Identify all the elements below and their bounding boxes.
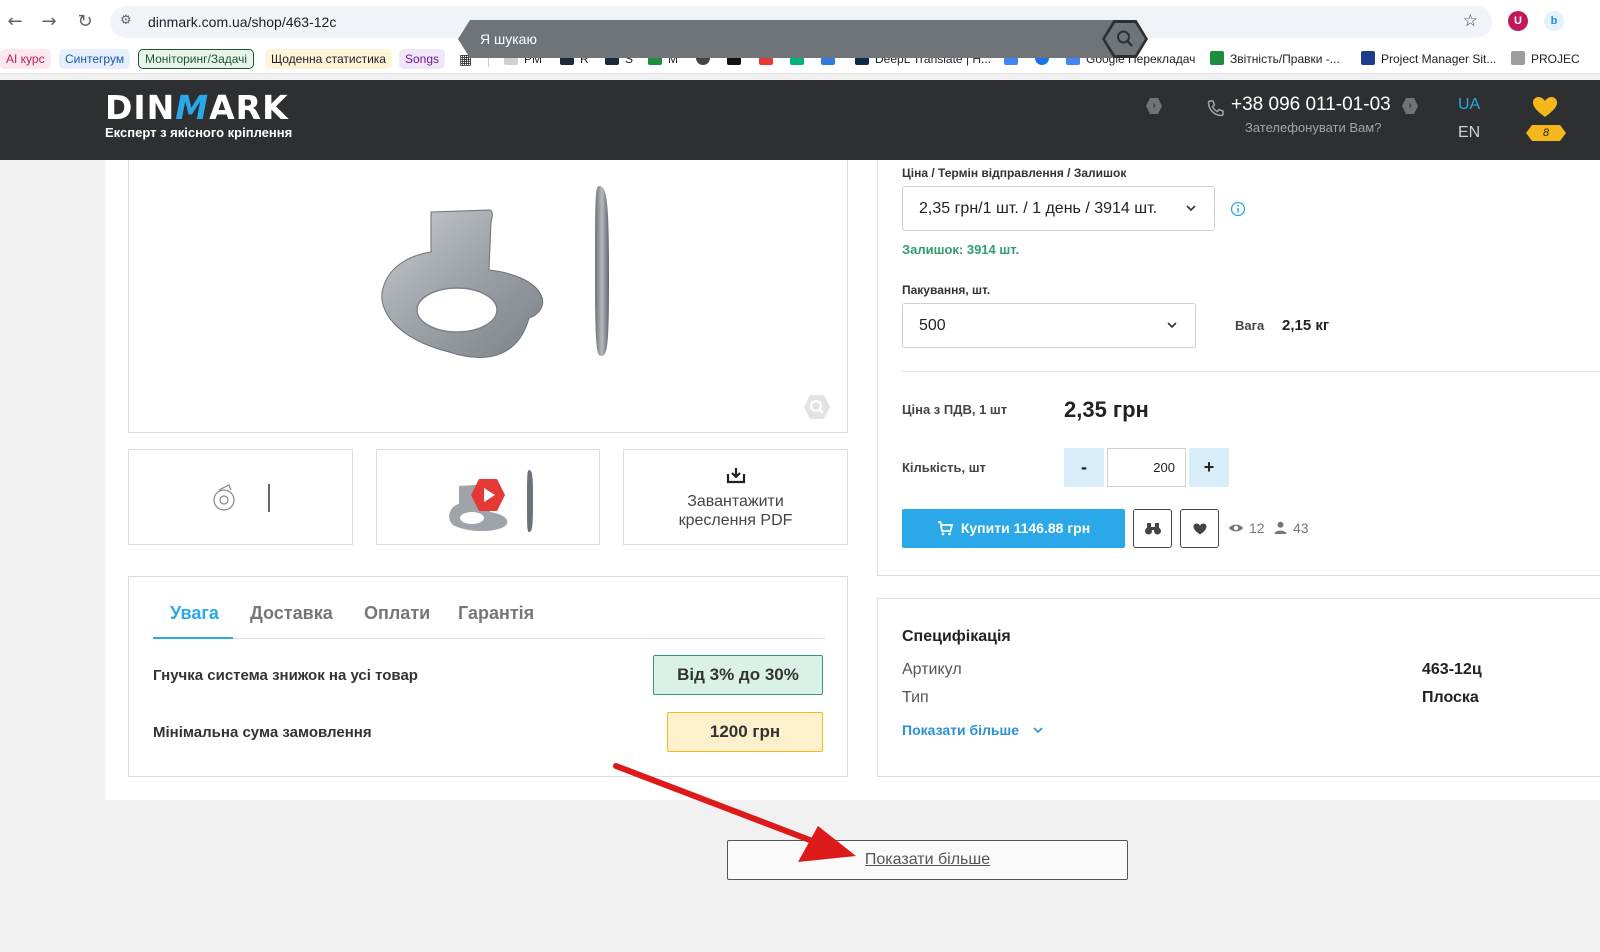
pack-select[interactable]: 500 (902, 303, 1196, 348)
back-icon[interactable]: ← (4, 11, 26, 33)
price-term-select[interactable]: 2,35 грн/1 шт. / 1 день / 3914 шт. (902, 186, 1215, 231)
reload-icon[interactable]: ↻ (74, 11, 96, 33)
thumbnail-video[interactable] (376, 449, 600, 545)
spec-value-type: Плоска (1422, 689, 1479, 706)
spec-key-article: Артикул (902, 661, 962, 678)
cart-icon (937, 521, 953, 536)
pack-label: Пакування, шт. (902, 283, 991, 297)
specification-title: Специфікація (902, 628, 1011, 645)
phone-icon (1207, 100, 1224, 117)
quantity-decrease-button[interactable]: - (1064, 448, 1104, 487)
buy-button[interactable]: Купити 1146.88 грн (902, 509, 1125, 548)
lang-ua[interactable]: UA (1458, 96, 1480, 114)
cart-count-badge[interactable]: 8 (1526, 125, 1566, 141)
video-play-icon[interactable] (470, 478, 506, 512)
user-icon (1274, 521, 1287, 534)
quantity-increase-button[interactable]: + (1189, 448, 1229, 487)
bookmark-project-manager[interactable]: Project Manager Sit... (1361, 49, 1496, 69)
quantity-label: Кількість, шт (902, 460, 986, 475)
price-term-label: Ціна / Термін відправлення / Залишок (902, 166, 1127, 180)
discount-badge: Від 3% до 30% (653, 655, 823, 695)
buy-card-divider (902, 371, 1600, 372)
bookmark-reports[interactable]: Звітність/Правки -... (1210, 49, 1340, 69)
wishlist-heart-icon[interactable] (1532, 96, 1558, 118)
tab-warranty[interactable]: Гарантія (458, 603, 534, 624)
buy-button-label: Купити 1146.88 грн (960, 520, 1091, 536)
site-logo[interactable]: DINMARK (105, 88, 289, 127)
add-to-wishlist-button[interactable] (1180, 509, 1219, 548)
search-icon (1117, 30, 1133, 47)
drawing-thumbnail-image (213, 484, 270, 512)
download-pdf-label-line1: Завантажити (687, 493, 784, 510)
search-input[interactable] (480, 31, 1080, 47)
callback-link[interactable]: Зателефонувати Вам? (1245, 120, 1381, 135)
show-more-button[interactable]: Показати більше (727, 840, 1128, 880)
spec-value-article: 463-12ц (1422, 661, 1482, 678)
logo-part-m: M (175, 88, 210, 127)
bookmark-projec[interactable]: PROJEC (1511, 49, 1580, 69)
bookmark-syntegrum[interactable]: Синтегрум (59, 49, 131, 69)
weight-label: Вага (1235, 318, 1265, 333)
bookmark-projec-label: PROJEC (1531, 52, 1580, 66)
bookmark-project-manager-label: Project Manager Sit... (1381, 52, 1497, 66)
tabs-divider (153, 638, 825, 639)
chevron-down-icon (1186, 205, 1196, 212)
weight-value: 2,15 кг (1282, 317, 1330, 334)
chevron-down-icon (1167, 322, 1177, 329)
download-pdf-button[interactable]: Завантажити креслення PDF (623, 449, 848, 545)
buyers-count: 43 (1293, 520, 1309, 536)
price-value: 2,35 грн (1064, 397, 1149, 422)
bookmark-daily-stats[interactable]: Щоденна статистика (265, 49, 392, 69)
bookmark-reports-label: Звітність/Правки -... (1230, 52, 1340, 66)
spec-show-more-link[interactable]: Показати більше (902, 722, 1043, 738)
eye-icon (1229, 524, 1243, 532)
tab-attention[interactable]: Увага (170, 603, 219, 624)
quantity-input[interactable] (1107, 448, 1186, 487)
tab-delivery[interactable]: Доставка (250, 603, 333, 624)
download-icon (726, 468, 746, 484)
spec-show-more-label: Показати більше (902, 722, 1019, 738)
url-text: dinmark.com.ua/shop/463-12c (148, 14, 337, 30)
forward-icon[interactable]: → (38, 11, 60, 33)
min-order-badge: 1200 грн (667, 712, 823, 752)
active-tab-indicator (153, 637, 233, 639)
projec-favicon-icon (1511, 51, 1525, 65)
pack-value: 500 (919, 317, 946, 334)
stock-status: Залишок: 3914 шт. (902, 242, 1020, 257)
info-tabs-card: Увага Доставка Оплати Гарантія Гнучка си… (128, 576, 848, 777)
binoculars-icon (1145, 523, 1161, 535)
specification-card (877, 598, 1600, 777)
bookmark-star-icon[interactable]: ☆ (1463, 11, 1478, 31)
info-icon[interactable] (1230, 201, 1246, 217)
min-order-notice-text: Мінімальна сума замовлення (153, 724, 372, 741)
compare-button[interactable] (1133, 509, 1172, 548)
price-term-value: 2,35 грн/1 шт. / 1 день / 3914 шт. (919, 200, 1158, 217)
site-info-icon[interactable]: ⚙ (120, 13, 132, 28)
spec-key-type: Тип (902, 689, 929, 706)
price-label: Ціна з ПДВ, 1 шт (902, 402, 1008, 417)
lang-en[interactable]: EN (1458, 124, 1480, 142)
extension-shield-icon[interactable]: U (1508, 11, 1528, 31)
trello-favicon-icon (1361, 51, 1375, 65)
views-count: 12 (1249, 520, 1265, 536)
heart-icon (1193, 523, 1207, 535)
chevron-down-icon (1033, 727, 1043, 734)
tab-payments[interactable]: Оплати (364, 603, 430, 624)
logo-tagline: Експерт з якісного кріплення (105, 125, 293, 140)
zoom-icon[interactable] (803, 394, 831, 420)
extension-b-icon[interactable]: b (1544, 11, 1564, 31)
download-pdf-label: Завантажити креслення PDF (624, 492, 847, 530)
reports-favicon-icon (1210, 51, 1224, 65)
thumbnail-drawing[interactable] (128, 449, 353, 545)
bookmark-monitoring[interactable]: Моніторинг/Задачі (138, 49, 255, 69)
bookmark-songs[interactable]: Songs (399, 49, 446, 69)
discount-notice-text: Гнучка система знижок на усі товар (153, 667, 418, 684)
phone-number[interactable]: +38 096 011-01-03 (1231, 94, 1391, 116)
logo-part-ark: ARK (209, 88, 289, 127)
washer-image (381, 186, 609, 358)
logo-part-din: DIN (105, 88, 176, 127)
download-pdf-label-line2: креслення PDF (678, 512, 793, 529)
product-main-image[interactable] (128, 160, 848, 433)
bookmark-ai-course[interactable]: AI курс (0, 49, 51, 69)
